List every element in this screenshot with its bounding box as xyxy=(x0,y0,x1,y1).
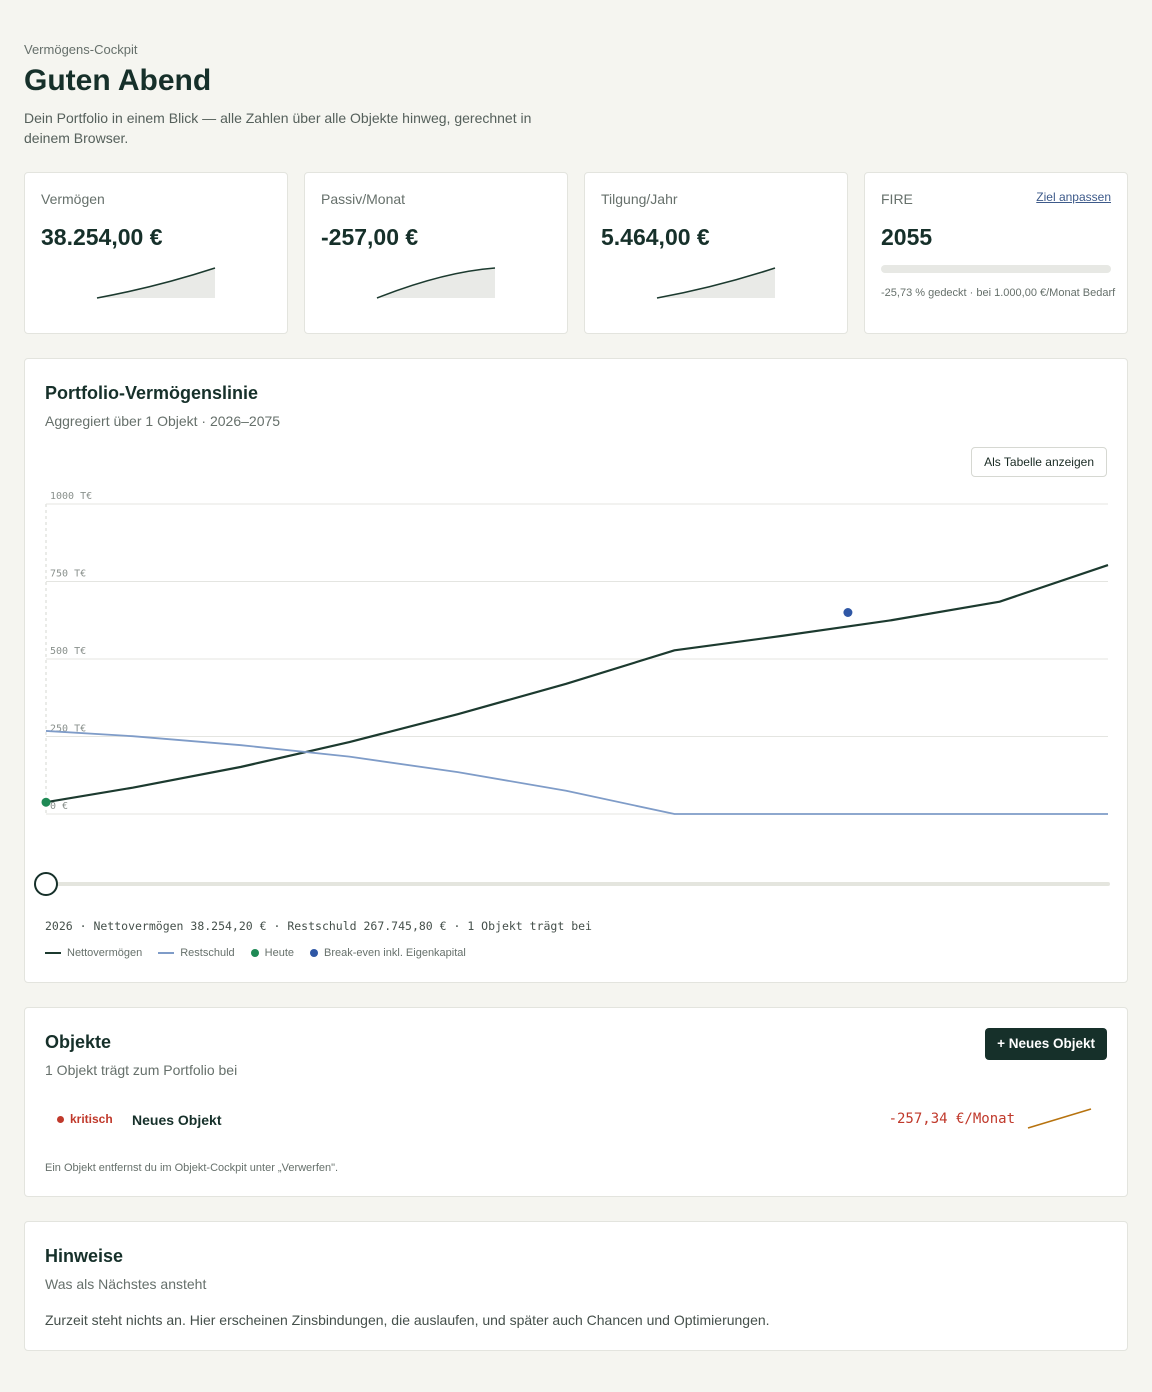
today-marker xyxy=(41,797,51,807)
y-tick-label: 750 T€ xyxy=(50,569,86,580)
legend-label: Nettovermögen xyxy=(67,947,143,959)
portfolio-card: Portfolio-Vermögenslinie Aggregiert über… xyxy=(24,358,1128,983)
object-sparkline xyxy=(1027,1108,1092,1129)
hints-subtitle: Was als Nächstes ansteht xyxy=(45,1276,207,1292)
kpi-value: 38.254,00 € xyxy=(41,224,163,250)
kpi-label: Vermögen xyxy=(41,191,105,207)
legend-swatch xyxy=(250,949,259,957)
legend-label: Break-even inkl. Eigenkapital xyxy=(324,947,466,959)
new-object-button[interactable]: + Neues Objekt xyxy=(985,1028,1107,1060)
object-name: Neues Objekt xyxy=(132,1112,222,1128)
eyebrow: Vermögens-Cockpit xyxy=(24,42,138,57)
portfolio-chart: 1000 T€750 T€500 T€250 T€0 € xyxy=(34,491,1110,896)
hints-empty-note: Zurzeit steht nichts an. Hier erscheinen… xyxy=(45,1312,770,1328)
kpi-card-fire: FIRE Ziel anpassen 2055 -25,73 % gedeckt… xyxy=(864,172,1128,334)
kpi-value: -257,00 € xyxy=(321,224,419,250)
kpi-label: Tilgung/Jahr xyxy=(601,191,678,207)
kpi-card-tilgung: Tilgung/Jahr 5.464,00 € xyxy=(584,172,848,334)
legend-label: Restschuld xyxy=(180,947,235,959)
page-lede: Dein Portfolio in einem Blick — alle Zah… xyxy=(24,110,532,146)
series-line-nettovermoegen xyxy=(45,564,1109,804)
kpi-card-vermoegen: Vermögen 38.254,00 € xyxy=(24,172,288,334)
year-slider-handle[interactable] xyxy=(34,872,58,896)
legend-item: Restschuld xyxy=(158,947,235,959)
series-line-restschuld xyxy=(45,730,1108,815)
sparkline xyxy=(96,267,216,299)
sparkline xyxy=(656,267,776,299)
legend-item: Break-even inkl. Eigenkapital xyxy=(310,947,466,959)
legend-label: Heute xyxy=(264,947,294,959)
status-badge: kritisch xyxy=(57,1112,113,1126)
y-tick-label: 0 € xyxy=(50,801,68,812)
break-even-marker xyxy=(843,608,853,617)
legend-swatch xyxy=(158,952,175,954)
kpi-value: 5.464,00 € xyxy=(601,224,710,250)
hints-card: Hinweise Was als Nächstes ansteht Zurzei… xyxy=(24,1221,1128,1351)
fire-note: -25,73 % gedeckt · bei 1.000,00 €/Monat … xyxy=(881,287,1116,299)
fire-progress-bar xyxy=(881,265,1111,273)
chart-summary: 2026 · Nettovermögen 38.254,20 € · Rests… xyxy=(45,919,592,933)
legend-swatch xyxy=(310,949,318,957)
adjust-goal-link[interactable]: Ziel anpassen xyxy=(1036,190,1111,204)
legend-item: Nettovermögen xyxy=(45,947,142,959)
objects-card: Objekte 1 Objekt trägt zum Portfolio bei… xyxy=(24,1007,1128,1197)
objects-subtitle: 1 Objekt trägt zum Portfolio bei xyxy=(45,1062,238,1078)
page-title: Guten Abend xyxy=(24,64,212,97)
legend-swatch xyxy=(45,952,61,954)
object-row[interactable]: kritisch Neues Objekt -257,34 €/Monat xyxy=(45,1104,1107,1136)
objects-title: Objekte xyxy=(45,1032,112,1052)
kpi-label: FIRE xyxy=(881,191,913,207)
kpi-value: 2055 xyxy=(881,224,933,250)
legend-item: Heute xyxy=(250,947,294,959)
status-dot xyxy=(57,1115,64,1123)
y-tick-label: 500 T€ xyxy=(50,646,86,657)
y-tick-label: 1000 T€ xyxy=(50,491,92,502)
objects-footnote: Ein Objekt entfernst du im Objekt-Cockpi… xyxy=(45,1162,339,1174)
status-label: kritisch xyxy=(70,1112,113,1126)
hints-title: Hinweise xyxy=(45,1246,124,1266)
object-cashflow: -257,34 €/Monat xyxy=(888,1111,1015,1127)
chart-legend: Nettovermögen Restschuld Heute Break-even i… xyxy=(45,947,466,959)
sparkline xyxy=(376,267,496,299)
kpi-label: Passiv/Monat xyxy=(321,191,406,207)
kpi-card-passiv: Passiv/Monat -257,00 € xyxy=(304,172,568,334)
